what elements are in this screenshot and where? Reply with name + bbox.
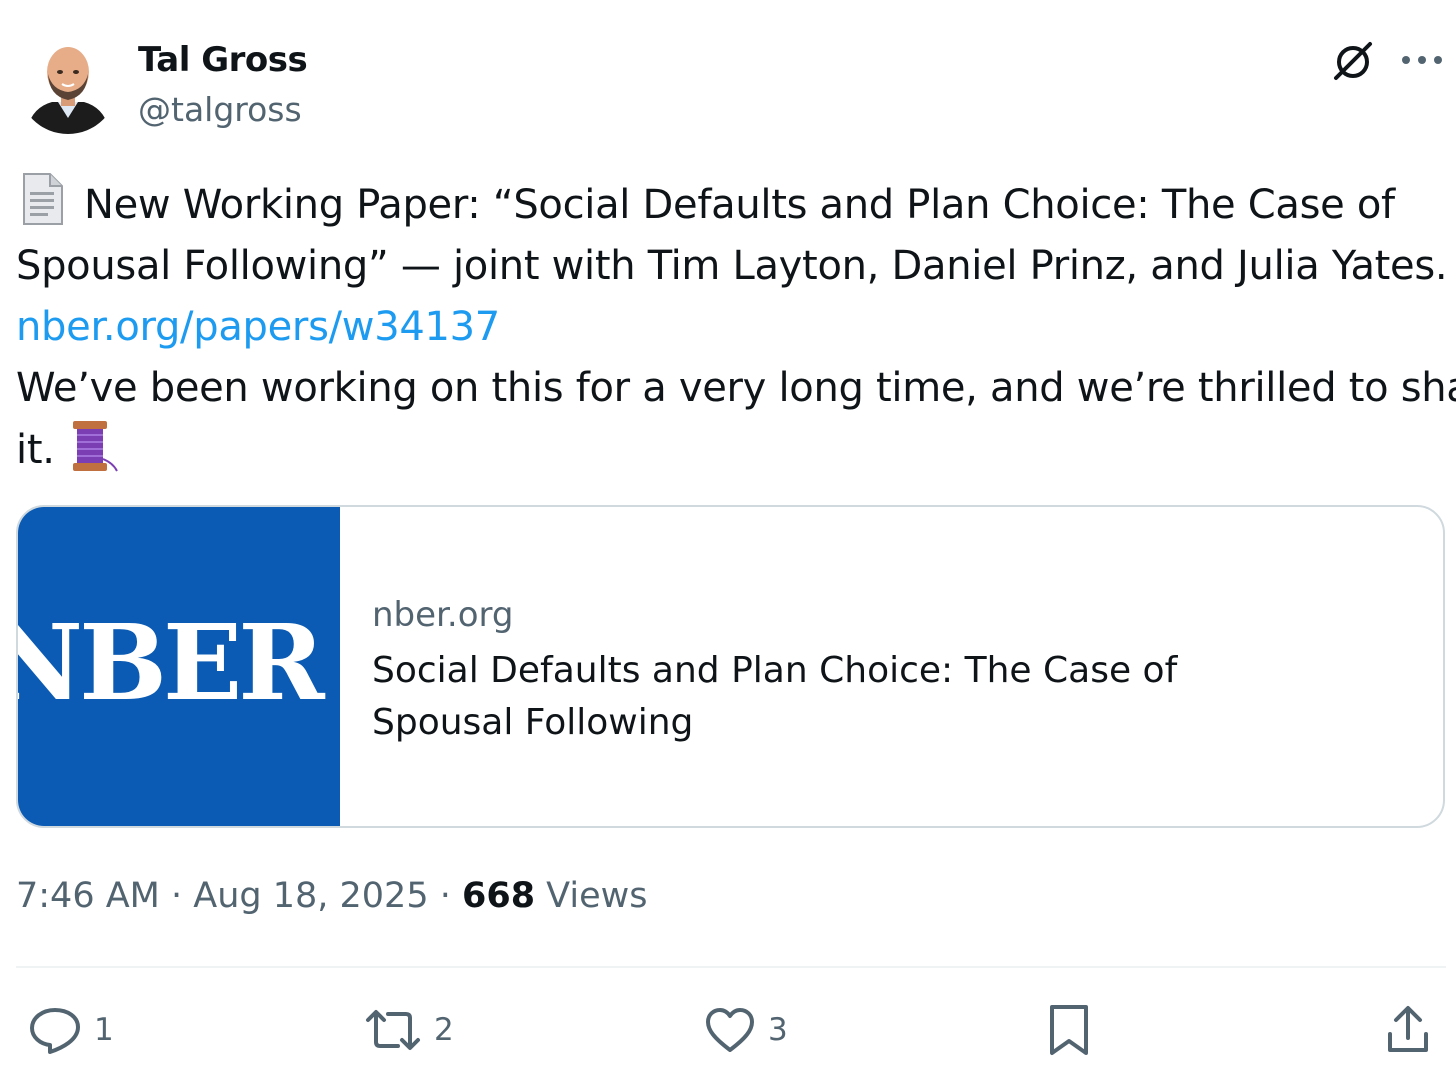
- divider: [16, 966, 1446, 968]
- like-icon: [706, 1008, 754, 1052]
- tweet-date[interactable]: Aug 18, 2025: [193, 876, 428, 916]
- repost-icon: [366, 1010, 420, 1050]
- tweet-line: New Working Paper: “Social Defaults and …: [16, 172, 1446, 236]
- tweet-line-4: We’ve been working on this for a very lo…: [16, 365, 1456, 411]
- card-domain: nber.org: [372, 595, 514, 635]
- grok-icon[interactable]: [1328, 36, 1378, 86]
- tweet-line: it.: [16, 419, 1446, 481]
- link-preview-card[interactable]: NBER nber.org Social Defaults and Plan C…: [16, 505, 1445, 828]
- views-label: Views: [535, 876, 648, 916]
- share-icon: [1388, 1006, 1428, 1052]
- repost-button[interactable]: 2: [364, 1000, 454, 1060]
- like-button[interactable]: 3: [704, 1000, 788, 1060]
- author-name[interactable]: Tal Gross: [138, 40, 308, 80]
- more-icon[interactable]: [1398, 44, 1446, 76]
- repost-count: 2: [434, 1012, 454, 1048]
- page-facing-up-icon: [16, 172, 70, 226]
- nber-logo-text: NBER: [18, 601, 326, 724]
- avatar[interactable]: [18, 34, 118, 134]
- share-button[interactable]: [1384, 1000, 1444, 1060]
- thread-spool-icon: [67, 419, 119, 473]
- meta-separator: ·: [159, 876, 194, 916]
- reply-button[interactable]: 1: [28, 1000, 114, 1060]
- like-count: 3: [768, 1012, 788, 1048]
- views-count: 668: [461, 876, 536, 916]
- bookmark-icon: [1050, 1005, 1088, 1055]
- reply-count: 1: [94, 1012, 114, 1048]
- meta-separator: ·: [428, 876, 462, 916]
- tweet-line-5: it.: [16, 427, 55, 473]
- tweet-line-1: New Working Paper: “Social Defaults and …: [84, 182, 1395, 228]
- reply-icon: [30, 1008, 80, 1054]
- author-handle[interactable]: @talgross: [138, 90, 302, 129]
- tweet-time[interactable]: 7:46 AM: [16, 876, 160, 916]
- paper-link[interactable]: nber.org/papers/w34137: [16, 297, 1446, 358]
- tweet-text: New Working Paper: “Social Defaults and …: [16, 172, 1456, 481]
- tweet-meta: 7:46 AM · Aug 18, 2025 · 668 Views: [16, 876, 647, 916]
- bookmark-button[interactable]: [1046, 1000, 1104, 1060]
- card-title: Social Defaults and Plan Choice: The Cas…: [372, 650, 1178, 743]
- nber-logo-image: NBER: [18, 507, 340, 826]
- tweet-line-2: Spousal Following” — joint with Tim Layt…: [16, 243, 1448, 289]
